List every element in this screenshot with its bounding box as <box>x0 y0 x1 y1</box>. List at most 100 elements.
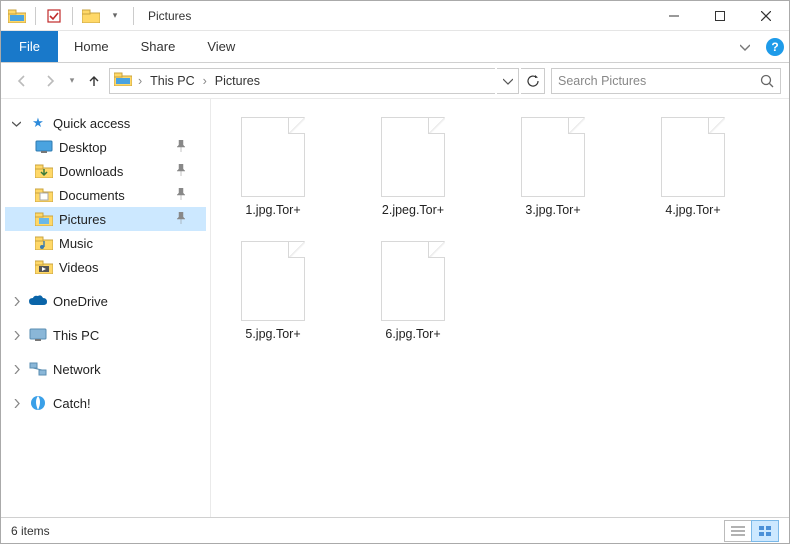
sidebar-item-music[interactable]: Music <box>5 231 206 255</box>
close-button[interactable] <box>743 1 789 31</box>
search-box[interactable] <box>551 68 781 94</box>
expand-icon[interactable] <box>9 365 23 374</box>
pictures-icon <box>35 210 53 228</box>
crumb-thispc[interactable]: This PC <box>148 74 196 88</box>
expand-icon[interactable] <box>9 297 23 306</box>
file-name: 2.jpeg.Tor+ <box>382 203 444 217</box>
tree-network[interactable]: Network <box>5 357 206 381</box>
tree-label: Documents <box>59 188 125 203</box>
sidebar-item-documents[interactable]: Documents <box>5 183 206 207</box>
properties-icon[interactable] <box>44 6 64 26</box>
tree-label: Pictures <box>59 212 106 227</box>
file-item[interactable]: 2.jpeg.Tor+ <box>363 117 463 217</box>
file-icon <box>241 117 305 197</box>
file-name: 3.jpg.Tor+ <box>525 203 580 217</box>
tab-view[interactable]: View <box>191 31 251 62</box>
file-item[interactable]: 3.jpg.Tor+ <box>503 117 603 217</box>
desktop-icon <box>35 138 53 156</box>
videos-icon <box>35 258 53 276</box>
file-name: 1.jpg.Tor+ <box>245 203 300 217</box>
file-icon <box>381 241 445 321</box>
tree-label: Videos <box>59 260 99 275</box>
item-count: 6 items <box>11 524 50 538</box>
catch-icon <box>29 394 47 412</box>
address-dropdown-icon[interactable] <box>497 68 519 94</box>
crumb-pictures[interactable]: Pictures <box>213 74 262 88</box>
file-icon <box>521 117 585 197</box>
network-icon <box>29 360 47 378</box>
refresh-button[interactable] <box>521 68 545 94</box>
onedrive-icon <box>29 292 47 310</box>
recent-dropdown-icon[interactable]: ▾ <box>65 68 79 94</box>
tab-share[interactable]: Share <box>125 31 192 62</box>
downloads-icon <box>35 162 53 180</box>
file-list[interactable]: 1.jpg.Tor+ 2.jpeg.Tor+ 3.jpg.Tor+ 4.jpg.Tor… <box>211 99 789 517</box>
back-button[interactable] <box>9 68 35 94</box>
tree-label: Network <box>53 362 101 377</box>
file-icon <box>661 117 725 197</box>
file-icon <box>381 117 445 197</box>
up-button[interactable] <box>81 68 107 94</box>
tree-label: OneDrive <box>53 294 108 309</box>
sidebar-item-pictures[interactable]: Pictures <box>5 207 206 231</box>
search-icon[interactable] <box>754 74 780 88</box>
file-item[interactable]: 5.jpg.Tor+ <box>223 241 323 341</box>
expand-icon[interactable] <box>9 399 23 408</box>
icons-view-button[interactable] <box>751 520 779 542</box>
help-button[interactable]: ? <box>761 31 789 62</box>
expand-icon[interactable] <box>9 331 23 340</box>
expand-ribbon-icon[interactable] <box>729 31 761 62</box>
file-item[interactable]: 6.jpg.Tor+ <box>363 241 463 341</box>
explorer-icon <box>7 6 27 26</box>
status-bar: 6 items <box>1 517 789 543</box>
music-icon <box>35 234 53 252</box>
maximize-button[interactable] <box>697 1 743 31</box>
tree-label: Catch! <box>53 396 91 411</box>
tree-onedrive[interactable]: OneDrive <box>5 289 206 313</box>
pc-icon <box>29 326 47 344</box>
tree-label: Downloads <box>59 164 123 179</box>
pin-icon <box>176 140 186 155</box>
body: ★ Quick access Desktop Downloads Documents… <box>1 99 789 517</box>
quick-access-toolbar: ▾ <box>1 6 144 26</box>
file-icon <box>241 241 305 321</box>
tree-label: Quick access <box>53 116 130 131</box>
tree-label: Music <box>59 236 93 251</box>
pin-icon <box>176 188 186 203</box>
tree-label: Desktop <box>59 140 107 155</box>
tree-thispc[interactable]: This PC <box>5 323 206 347</box>
chevron-right-icon[interactable]: › <box>203 74 207 88</box>
address-bar: ▾ › This PC › Pictures <box>1 63 789 99</box>
documents-icon <box>35 186 53 204</box>
titlebar: ▾ Pictures <box>1 1 789 31</box>
pin-icon <box>176 212 186 227</box>
file-item[interactable]: 1.jpg.Tor+ <box>223 117 323 217</box>
file-item[interactable]: 4.jpg.Tor+ <box>643 117 743 217</box>
star-icon: ★ <box>29 114 47 132</box>
ribbon: File Home Share View ? <box>1 31 789 63</box>
tab-home[interactable]: Home <box>58 31 125 62</box>
pin-icon <box>176 164 186 179</box>
qat-dropdown-icon[interactable]: ▾ <box>105 6 125 26</box>
minimize-button[interactable] <box>651 1 697 31</box>
file-name: 4.jpg.Tor+ <box>665 203 720 217</box>
help-icon: ? <box>766 38 784 56</box>
sidebar-item-videos[interactable]: Videos <box>5 255 206 279</box>
forward-button[interactable] <box>37 68 63 94</box>
sidebar-item-downloads[interactable]: Downloads <box>5 159 206 183</box>
search-input[interactable] <box>552 74 754 88</box>
details-view-button[interactable] <box>724 520 752 542</box>
tree-catch[interactable]: Catch! <box>5 391 206 415</box>
tree-quick-access[interactable]: ★ Quick access <box>5 111 206 135</box>
file-name: 6.jpg.Tor+ <box>385 327 440 341</box>
tree-label: This PC <box>53 328 99 343</box>
sidebar-item-desktop[interactable]: Desktop <box>5 135 206 159</box>
folder-icon[interactable] <box>81 6 101 26</box>
file-tab[interactable]: File <box>1 31 58 62</box>
navigation-pane: ★ Quick access Desktop Downloads Documents… <box>1 99 211 517</box>
chevron-right-icon[interactable]: › <box>138 74 142 88</box>
pc-icon <box>114 72 132 89</box>
file-name: 5.jpg.Tor+ <box>245 327 300 341</box>
collapse-icon[interactable] <box>9 119 23 128</box>
breadcrumb[interactable]: › This PC › Pictures <box>109 68 495 94</box>
